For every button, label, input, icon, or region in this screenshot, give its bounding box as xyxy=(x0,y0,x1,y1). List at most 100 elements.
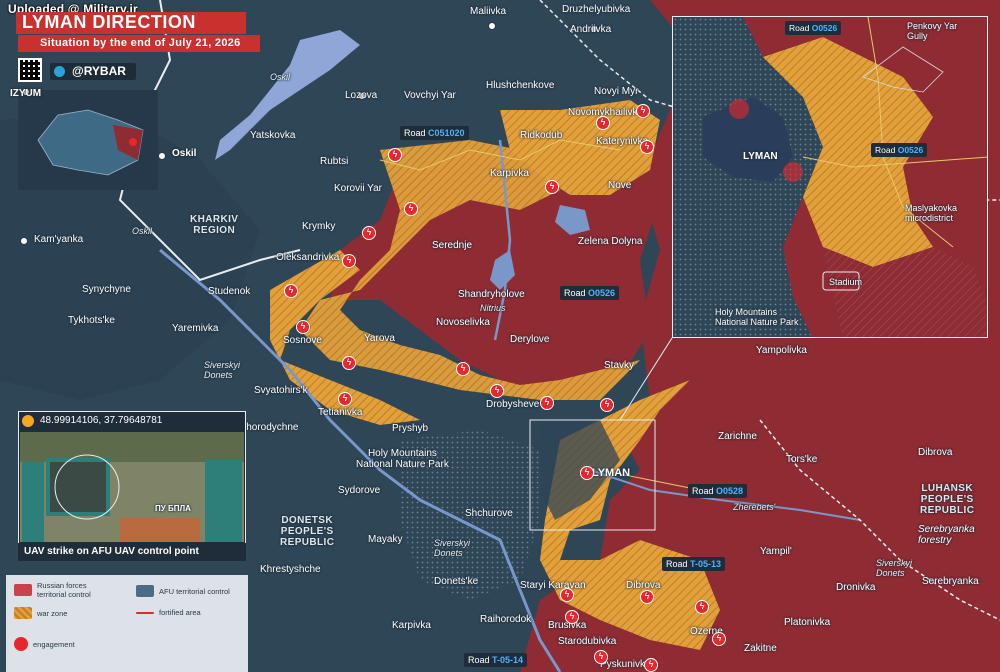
engagement-icon[interactable]: ϟ xyxy=(594,650,608,664)
road-tag[interactable]: Road T-05-14 xyxy=(464,653,528,667)
maslyakovka-label: Maslyakovka microdistrict xyxy=(905,203,958,223)
settlement-label: Novyi Myr xyxy=(594,86,639,97)
legend-afu: AFU territorial control xyxy=(136,585,230,597)
river-label: Siverskyi Donets xyxy=(204,360,241,380)
engagement-icon[interactable]: ϟ xyxy=(695,600,709,614)
settlement-label: Pyskunivka xyxy=(600,659,651,670)
settlement-label: Nove xyxy=(608,180,632,191)
road-number: T-05-14 xyxy=(492,655,524,665)
road-tag[interactable]: Road O0528 xyxy=(688,484,748,498)
engagement-icon[interactable]: ϟ xyxy=(580,466,594,480)
road-prefix: Road xyxy=(564,288,586,298)
video-thumbnail xyxy=(20,432,244,542)
road-tag[interactable]: Road O0526 xyxy=(871,143,928,157)
engagement-icon[interactable]: ϟ xyxy=(565,610,579,624)
settlement-label: Yaremivka xyxy=(172,323,219,334)
settlement-label: Derylove xyxy=(510,334,550,345)
settlement-label: Korovii Yar xyxy=(334,183,382,194)
inset-park-label: Holy Mountains National Nature Park xyxy=(715,307,799,327)
road-tag[interactable]: Road O0526 xyxy=(560,286,620,300)
road-tag[interactable]: Road O0526 xyxy=(785,21,842,35)
settlement-label: Zarichne xyxy=(718,431,757,442)
settlement-label: Tetianivka xyxy=(318,407,363,418)
engagement-icon[interactable]: ϟ xyxy=(388,148,402,162)
engagement-icon[interactable]: ϟ xyxy=(712,632,726,646)
legend-war-zone: war zone xyxy=(14,607,67,619)
settlement-label: Yarova xyxy=(364,333,395,344)
engagement-icon[interactable]: ϟ xyxy=(596,116,610,130)
video-coordinates: 48.99914106, 37.79648781 xyxy=(40,415,163,426)
video-overlay-text: ПУ БПЛА xyxy=(155,504,191,513)
town-marker[interactable] xyxy=(20,237,28,245)
inset-strike-glow xyxy=(729,99,749,119)
settlement-label: Rubtsi xyxy=(320,156,349,167)
settlement-label: Shchurove xyxy=(465,508,513,519)
settlement-label: Serednje xyxy=(432,240,473,251)
legend-label: fortified area xyxy=(159,608,201,617)
engagement-icon[interactable]: ϟ xyxy=(560,588,574,602)
settlement-label: Karpivka xyxy=(392,620,431,631)
engagement-icon[interactable]: ϟ xyxy=(342,356,356,370)
engagement-icon xyxy=(14,637,28,651)
video-frame[interactable]: ПУ БПЛА xyxy=(20,432,244,542)
engagement-icon[interactable]: ϟ xyxy=(338,392,352,406)
river-label: Oskil xyxy=(270,72,290,82)
engagement-icon[interactable]: ϟ xyxy=(545,180,559,194)
engagement-icon[interactable]: ϟ xyxy=(342,254,356,268)
page-title: LYMAN DIRECTION xyxy=(22,12,196,32)
settlement-label: Yatskovka xyxy=(250,130,296,141)
engagement-icon[interactable]: ϟ xyxy=(490,384,504,398)
engagement-icon[interactable]: ϟ xyxy=(362,226,376,240)
road-number: O0526 xyxy=(588,288,616,298)
settlement-label: Krymky xyxy=(302,221,336,232)
engagement-icon[interactable]: ϟ xyxy=(296,320,310,334)
inset-canvas xyxy=(673,17,987,337)
road-tag[interactable]: Road C051020 xyxy=(400,126,469,140)
river-label: Oskil xyxy=(132,226,152,236)
road-number: T-05-13 xyxy=(690,559,722,569)
settlement-label: Pryshyb xyxy=(392,423,429,434)
settlement-label: Dibrova xyxy=(918,447,953,458)
kharkiv-region-label: KHARKIV REGION xyxy=(190,214,239,236)
legend-label: war zone xyxy=(37,608,68,618)
engagement-icon[interactable]: ϟ xyxy=(404,202,418,216)
settlement-label: Dibrova xyxy=(626,580,661,591)
settlement-label: IZYUM xyxy=(10,88,42,99)
town-marker[interactable] xyxy=(488,22,496,30)
settlement-label: Platonivka xyxy=(784,617,831,628)
settlement-label: Dronivka xyxy=(836,582,876,593)
engagement-icon[interactable]: ϟ xyxy=(640,140,654,154)
settlement-label: Sosnove xyxy=(283,335,322,346)
settlement-label: Mayaky xyxy=(368,534,403,545)
settlement-label: Synychyne xyxy=(82,284,131,295)
road-prefix: Road xyxy=(875,145,896,155)
legend-swatch xyxy=(136,585,154,597)
engagement-icon[interactable]: ϟ xyxy=(636,104,650,118)
settlement-label: Svyatohirs'k xyxy=(254,385,308,396)
holy-mountains-label: Holy Mountains National Nature Park xyxy=(356,448,449,470)
engagement-icon[interactable]: ϟ xyxy=(540,396,554,410)
map-legend: Russian forces territorial control AFU t… xyxy=(6,575,248,672)
settlement-label: Vovchyi Yar xyxy=(404,90,456,101)
legend-label: engagement xyxy=(33,639,75,649)
settlement-label: Ridkodub xyxy=(520,130,563,141)
road-number: O0526 xyxy=(897,145,924,155)
engagement-icon[interactable]: ϟ xyxy=(456,362,470,376)
engagement-icon[interactable]: ϟ xyxy=(640,590,654,604)
river-label: Siverskyi Donets xyxy=(434,538,471,558)
engagement-icon[interactable]: ϟ xyxy=(600,398,614,412)
settlement-label: Studenok xyxy=(208,286,251,297)
legend-swatch xyxy=(14,584,32,596)
telegram-icon xyxy=(54,66,65,77)
engagement-icon[interactable]: ϟ xyxy=(284,284,298,298)
locator-map xyxy=(18,90,158,190)
lyman-inset-map: LYMAN Road O0526 Road O0526 Penkovy Yar … xyxy=(672,16,988,338)
settlement-label: Oskil xyxy=(172,148,197,159)
page-subtitle: Situation by the end of July 21, 2026 xyxy=(18,35,260,52)
engagement-icon[interactable]: ϟ xyxy=(644,658,658,672)
settlement-label: Sydorove xyxy=(338,485,381,496)
river-label: Siverskyi Donets xyxy=(876,558,913,578)
town-marker[interactable] xyxy=(158,152,166,160)
road-prefix: Road xyxy=(666,559,688,569)
road-tag[interactable]: Road T-05-13 xyxy=(662,557,726,571)
